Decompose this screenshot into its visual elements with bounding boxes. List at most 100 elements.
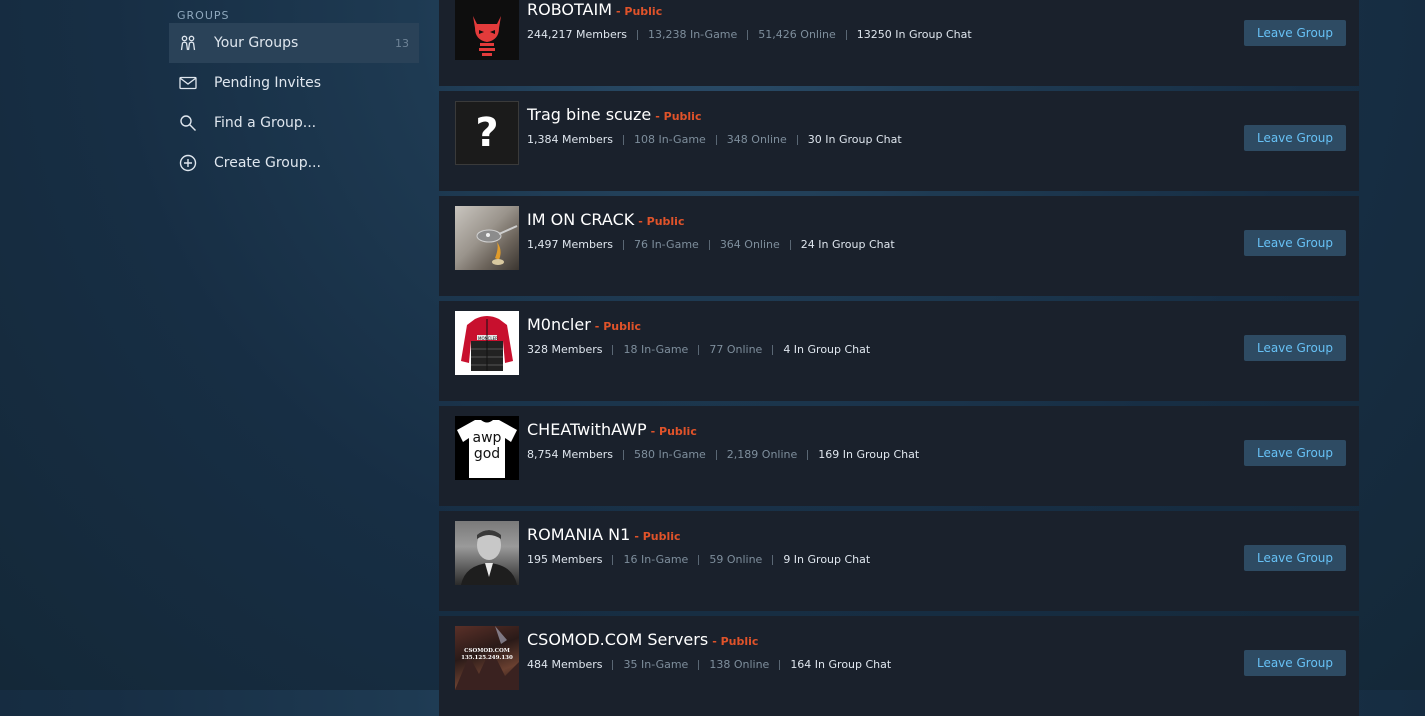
group-type: - Public — [594, 320, 642, 333]
divider — [698, 344, 700, 355]
ingame-count: 76 In-Game — [633, 238, 699, 251]
group-row: ROMANIA N1 - Public 195 Members 16 In-Gam… — [439, 511, 1359, 611]
tshirt-text-line: god — [473, 446, 501, 462]
divider — [698, 659, 700, 670]
chat-count: 24 In Group Chat — [800, 238, 895, 251]
divider — [779, 659, 781, 670]
group-stats: 244,217 Members 13,238 In-Game 51,426 On… — [527, 28, 972, 41]
sidebar-item-label: Create Group... — [214, 155, 321, 171]
leave-group-button[interactable]: Leave Group — [1244, 650, 1346, 676]
chat-count: 13250 In Group Chat — [856, 28, 972, 41]
divider — [772, 554, 774, 565]
sidebar-item-find-group[interactable]: Find a Group... — [169, 103, 419, 143]
group-avatar-trag-bine-scuze[interactable]: ? — [455, 101, 519, 165]
groups-sidebar: GROUPS Your Groups 13 Pending Invites Fi… — [169, 0, 419, 183]
group-type: - Public — [655, 110, 702, 123]
sidebar-heading: GROUPS — [177, 9, 230, 22]
csomod-text-line: 135.125.249.130 — [461, 655, 513, 661]
group-name[interactable]: Trag bine scuze — [527, 105, 651, 124]
group-avatar-moncler[interactable]: MONCLER — [455, 311, 519, 375]
group-avatar-im-on-crack[interactable] — [455, 206, 519, 270]
sidebar-item-pending-invites[interactable]: Pending Invites — [169, 63, 419, 103]
divider — [845, 29, 847, 40]
group-avatar-romania-n1[interactable] — [455, 521, 519, 585]
group-type: - Public — [616, 5, 663, 18]
sidebar-item-label: Find a Group... — [214, 115, 317, 131]
group-name[interactable]: IM ON CRACK — [527, 210, 634, 229]
member-count: 1,497 Members — [527, 238, 613, 251]
leave-group-button[interactable]: Leave Group — [1244, 335, 1346, 361]
group-stats: 484 Members 35 In-Game 138 Online 164 In… — [527, 658, 891, 671]
online-count: 51,426 Online — [758, 28, 836, 41]
divider — [622, 239, 624, 250]
group-row: ? Trag bine scuze - Public 1,384 Members … — [439, 91, 1359, 191]
group-type: - Public — [712, 635, 759, 648]
group-row: MONCLER M0ncler - Public 328 Members 18 I… — [439, 301, 1359, 401]
jacket-photo-icon — [461, 316, 513, 371]
divider — [789, 239, 791, 250]
group-row: ROBOTAIM - Public 244,217 Members 13,238 … — [439, 0, 1359, 86]
online-count: 348 Online — [726, 133, 787, 146]
member-count: 8,754 Members — [527, 448, 613, 461]
users-icon — [178, 33, 198, 53]
group-row: awp god CHEATwithAWP - Public 8,754 Membe… — [439, 406, 1359, 506]
group-type: - Public — [634, 530, 681, 543]
ingame-count: 16 In-Game — [623, 553, 689, 566]
sidebar-item-your-groups[interactable]: Your Groups 13 — [169, 23, 419, 63]
ingame-count: 580 In-Game — [633, 448, 706, 461]
sidebar-item-label: Pending Invites — [214, 75, 321, 91]
divider — [622, 449, 624, 460]
sidebar-item-label: Your Groups — [214, 35, 299, 51]
divider — [612, 344, 614, 355]
ingame-count: 13,238 In-Game — [647, 28, 738, 41]
online-count: 2,189 Online — [726, 448, 798, 461]
group-name[interactable]: M0ncler — [527, 315, 591, 334]
chat-count: 164 In Group Chat — [790, 658, 892, 671]
group-stats: 8,754 Members 580 In-Game 2,189 Online 1… — [527, 448, 919, 461]
member-count: 484 Members — [527, 658, 603, 671]
divider — [698, 554, 700, 565]
divider — [612, 554, 614, 565]
sidebar-item-create-group[interactable]: Create Group... — [169, 143, 419, 183]
tshirt-text-line: awp — [472, 430, 502, 446]
divider — [715, 134, 717, 145]
group-name[interactable]: CHEATwithAWP — [527, 420, 647, 439]
online-count: 59 Online — [709, 553, 763, 566]
search-icon — [178, 113, 198, 133]
group-type: - Public — [638, 215, 685, 228]
member-count: 328 Members — [527, 343, 603, 356]
divider — [796, 134, 798, 145]
leave-group-button[interactable]: Leave Group — [1244, 545, 1346, 571]
ingame-count: 18 In-Game — [623, 343, 689, 356]
csomod-text-line: CSOMOD.COM — [464, 648, 510, 654]
leave-group-button[interactable]: Leave Group — [1244, 125, 1346, 151]
divider — [747, 29, 749, 40]
plus-circle-icon — [178, 153, 198, 173]
divider — [772, 344, 774, 355]
chat-count: 4 In Group Chat — [783, 343, 871, 356]
group-avatar-robotaim[interactable] — [455, 0, 519, 60]
leave-group-button[interactable]: Leave Group — [1244, 230, 1346, 256]
question-mark-icon: ? — [475, 110, 499, 156]
group-count-badge: 13 — [395, 36, 409, 50]
group-name[interactable]: ROBOTAIM — [527, 0, 612, 19]
group-name[interactable]: ROMANIA N1 — [527, 525, 630, 544]
group-type: - Public — [650, 425, 697, 438]
member-count: 244,217 Members — [527, 28, 627, 41]
ingame-count: 108 In-Game — [633, 133, 706, 146]
group-avatar-csomod[interactable]: CSOMOD.COM 135.125.249.130 — [455, 626, 519, 690]
group-stats: 328 Members 18 In-Game 77 Online 4 In Gr… — [527, 343, 870, 356]
online-count: 364 Online — [719, 238, 780, 251]
group-avatar-cheatwithawp[interactable]: awp god — [455, 416, 519, 480]
divider — [636, 29, 638, 40]
member-count: 1,384 Members — [527, 133, 613, 146]
chat-count: 30 In Group Chat — [807, 133, 902, 146]
leave-group-button[interactable]: Leave Group — [1244, 440, 1346, 466]
group-name[interactable]: CSOMOD.COM Servers — [527, 630, 708, 649]
group-row: CSOMOD.COM 135.125.249.130 CSOMOD.COM Se… — [439, 616, 1359, 716]
member-count: 195 Members — [527, 553, 603, 566]
leave-group-button[interactable]: Leave Group — [1244, 20, 1346, 46]
group-stats: 1,497 Members 76 In-Game 364 Online 24 I… — [527, 238, 895, 251]
online-count: 77 Online — [709, 343, 763, 356]
spoon-photo-icon — [476, 225, 518, 265]
